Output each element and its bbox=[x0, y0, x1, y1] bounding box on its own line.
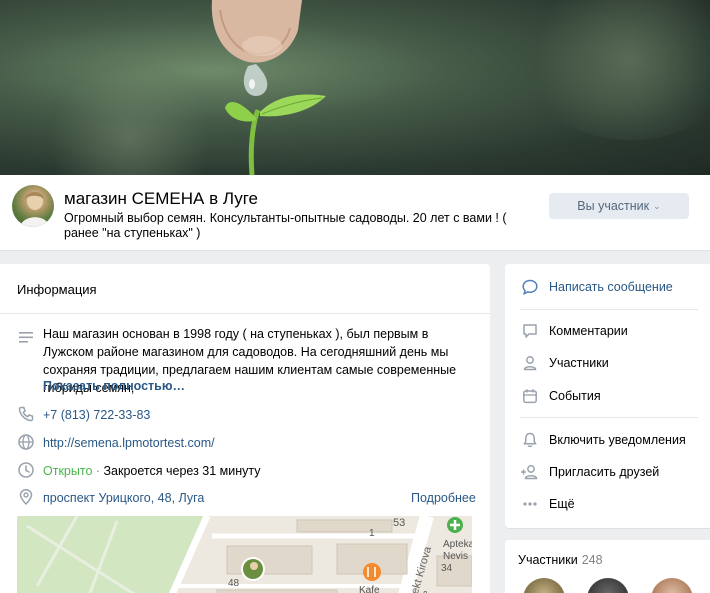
participants-title: Участники bbox=[518, 553, 578, 567]
info-section-title: Информация bbox=[17, 282, 97, 297]
map-label: 48 bbox=[228, 578, 240, 589]
map-label: 1 bbox=[369, 528, 375, 539]
write-message-label: Написать сообщение bbox=[549, 280, 673, 294]
comments-link[interactable]: Комментарии bbox=[505, 318, 710, 344]
participant-avatar[interactable] bbox=[587, 578, 629, 593]
map-label: Apteka bbox=[443, 539, 472, 550]
user-icon bbox=[520, 353, 540, 373]
participants-header[interactable]: Участники 248 bbox=[518, 553, 603, 567]
members-link[interactable]: Участники bbox=[505, 350, 710, 376]
info-panel: Информация Наш магазин основан в 1998 го… bbox=[0, 264, 490, 593]
clock-icon bbox=[18, 462, 34, 478]
participant-avatar[interactable] bbox=[651, 578, 693, 593]
address-link[interactable]: проспект Урицкого, 48, Луга bbox=[43, 491, 204, 505]
more-details-link[interactable]: Подробнее bbox=[411, 491, 476, 505]
participant-avatar[interactable] bbox=[523, 578, 565, 593]
closing-time: Закроется через 31 минуту bbox=[103, 464, 261, 478]
more-actions-button[interactable]: Ещё bbox=[505, 491, 710, 517]
description-icon bbox=[19, 332, 33, 343]
community-header: магазин СЕМЕНА в Луге Огромный выбор сем… bbox=[0, 175, 710, 251]
globe-icon bbox=[18, 434, 34, 450]
members-label: Участники bbox=[549, 356, 609, 370]
location-map[interactable]: 53 1 48 Kafe Apteka Nevis 34 spekt Kirov… bbox=[17, 516, 472, 593]
more-actions-label: Ещё bbox=[549, 497, 575, 511]
invite-friends-button[interactable]: Пригласить друзей bbox=[505, 459, 710, 485]
opening-hours: Открыто · Закроется через 31 минуту bbox=[43, 464, 261, 478]
website-link[interactable]: http://semena.lpmotortest.com/ bbox=[43, 436, 215, 450]
map-label: 53 bbox=[393, 517, 405, 529]
member-status-button[interactable]: Вы участник ⌄ bbox=[549, 193, 689, 219]
add-user-icon bbox=[520, 462, 540, 482]
community-status: Огромный выбор семян. Консультанты-опытн… bbox=[64, 211, 507, 240]
status-separator: · bbox=[92, 464, 104, 478]
events-link[interactable]: События bbox=[505, 383, 710, 409]
more-dots-icon bbox=[520, 494, 540, 514]
comment-icon bbox=[520, 321, 540, 341]
map-label: Kafe bbox=[359, 585, 380, 593]
phone-link[interactable]: +7 (813) 722-33-83 bbox=[43, 408, 150, 422]
calendar-icon bbox=[520, 386, 540, 406]
community-title: магазин СЕМЕНА в Луге bbox=[64, 189, 258, 208]
phone-icon bbox=[18, 406, 34, 422]
map-label: Nevis bbox=[443, 551, 468, 562]
cover-image bbox=[0, 0, 710, 175]
chat-bubble-icon bbox=[520, 277, 540, 297]
location-pin-icon bbox=[19, 489, 33, 506]
enable-notifications-label: Включить уведомления bbox=[549, 433, 686, 447]
sprout-illustration bbox=[211, 0, 326, 175]
actions-panel: Написать сообщение Комментарии Участники… bbox=[505, 264, 710, 528]
invite-friends-label: Пригласить друзей bbox=[549, 465, 660, 479]
show-more-link[interactable]: Показать полностью… bbox=[43, 379, 185, 393]
bell-icon bbox=[520, 430, 540, 450]
chevron-down-icon: ⌄ bbox=[653, 200, 661, 211]
enable-notifications-button[interactable]: Включить уведомления bbox=[505, 427, 710, 453]
map-label: 34 bbox=[441, 563, 453, 574]
participants-panel: Участники 248 bbox=[505, 540, 710, 593]
community-avatar[interactable] bbox=[12, 185, 54, 227]
comments-label: Комментарии bbox=[549, 324, 628, 338]
open-status: Открыто bbox=[43, 464, 93, 478]
participants-count: 248 bbox=[581, 553, 603, 567]
member-button-label: Вы участник bbox=[577, 199, 650, 213]
write-message-button[interactable]: Написать сообщение bbox=[505, 274, 710, 300]
events-label: События bbox=[549, 389, 601, 403]
